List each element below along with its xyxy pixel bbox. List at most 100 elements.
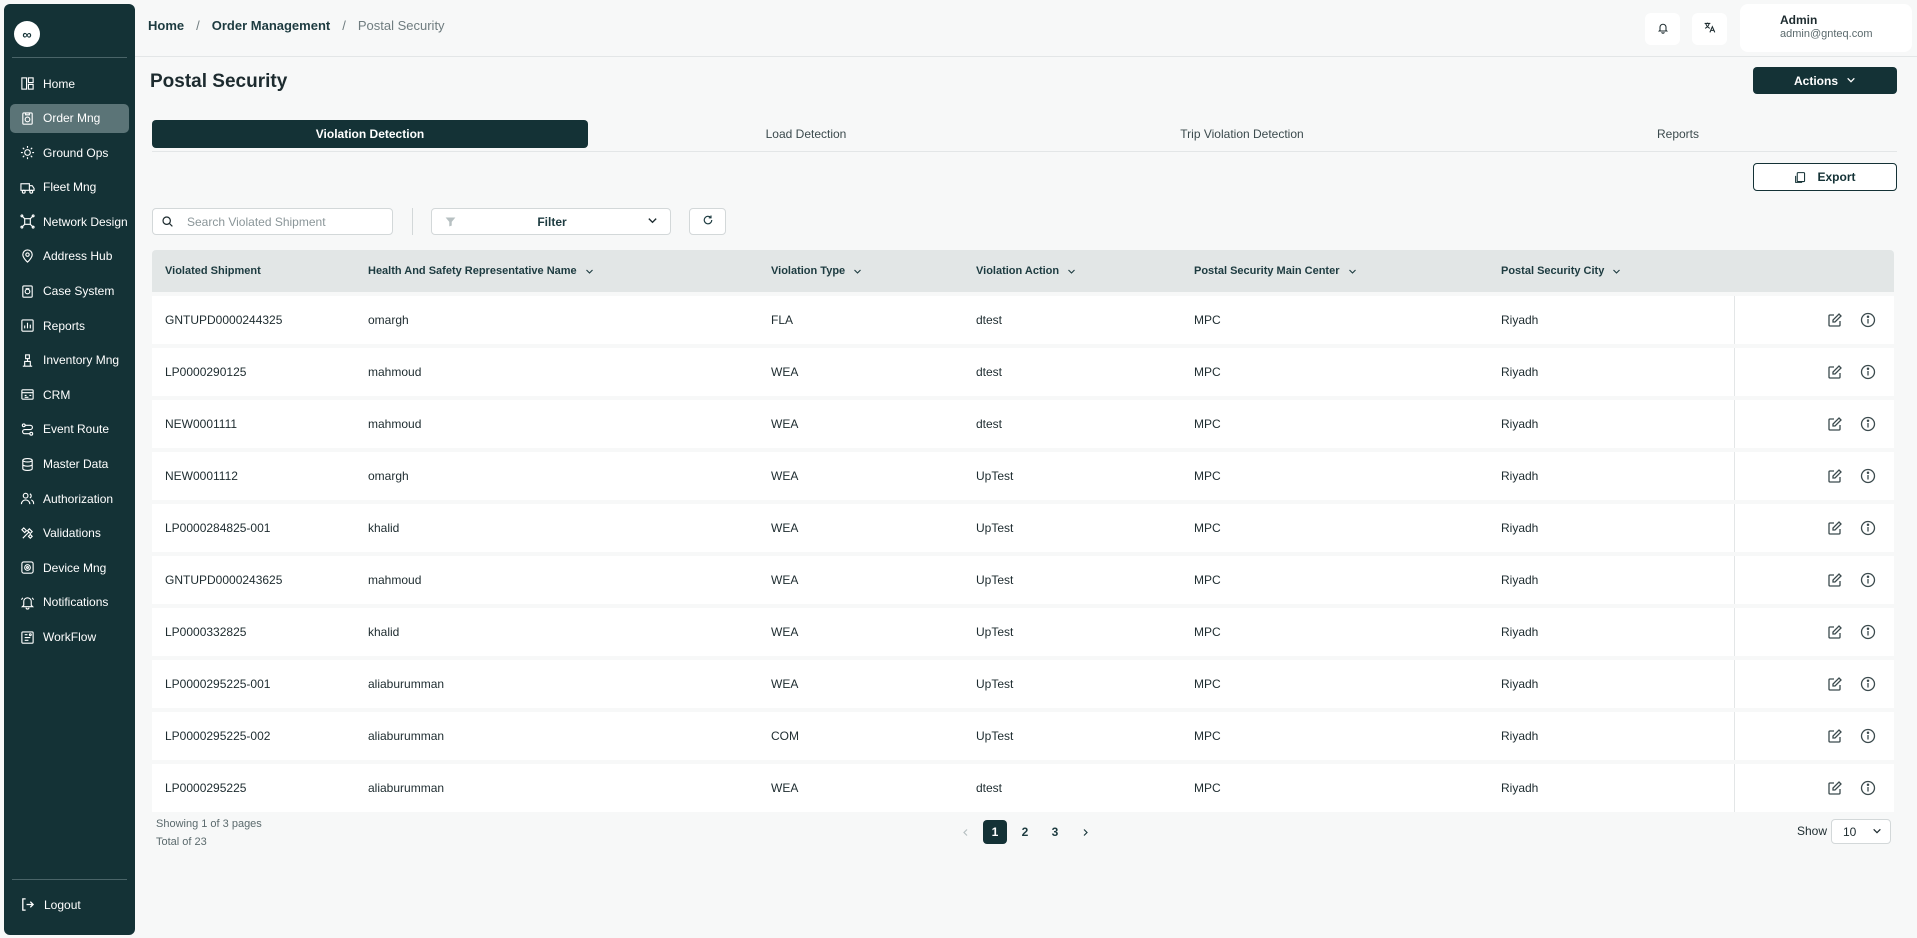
pagination: 123 [953, 820, 1103, 844]
language-button[interactable] [1692, 13, 1727, 45]
sidebar-item-fleet-mng[interactable]: Fleet Mng [10, 173, 129, 202]
user-menu[interactable]: Admin admin@gnteq.com [1740, 4, 1912, 52]
page-button[interactable]: 2 [1013, 820, 1037, 844]
logout-button[interactable]: Logout [20, 897, 81, 912]
info-icon[interactable] [1859, 311, 1877, 329]
sidebar-bottom-divider [12, 879, 127, 880]
sidebar-item-notifications[interactable]: Notifications [10, 588, 129, 617]
notifications-button[interactable] [1645, 13, 1680, 45]
sidebar-item-ground-ops[interactable]: Ground Ops [10, 138, 129, 167]
search-box [152, 208, 393, 235]
refresh-button[interactable] [689, 208, 726, 235]
page-title: Postal Security [150, 71, 288, 92]
tab-load-detection[interactable]: Load Detection [588, 120, 1024, 148]
sidebar-item-label: Fleet Mng [43, 180, 97, 195]
sort-chevron-icon[interactable] [1348, 267, 1357, 276]
breadcrumb-home[interactable]: Home [148, 18, 184, 33]
table-cell: mahmoud [368, 573, 422, 587]
table-cell: Riyadh [1501, 729, 1539, 743]
table-cell: mahmoud [368, 417, 422, 431]
page-size-select[interactable]: 10 [1831, 819, 1891, 844]
edit-icon[interactable] [1826, 415, 1844, 433]
page-button[interactable]: 3 [1043, 820, 1067, 844]
row-actions [1734, 400, 1894, 448]
sort-chevron-icon[interactable] [1612, 267, 1621, 276]
table-cell: UpTest [976, 729, 1014, 743]
sort-chevron-icon[interactable] [853, 267, 862, 276]
info-icon[interactable] [1859, 675, 1877, 693]
ground-ops-icon [20, 145, 35, 160]
app-logo[interactable]: ∞ [14, 21, 40, 47]
sort-chevron-icon[interactable] [1067, 267, 1076, 276]
edit-icon[interactable] [1826, 519, 1844, 537]
info-icon[interactable] [1859, 779, 1877, 797]
tab-reports[interactable]: Reports [1460, 120, 1896, 148]
info-icon[interactable] [1859, 571, 1877, 589]
table-cell: Riyadh [1501, 781, 1539, 795]
table-cell: LP0000295225 [165, 781, 247, 795]
info-icon[interactable] [1859, 727, 1877, 745]
sidebar-item-label: Inventory Mng [43, 353, 120, 368]
users-icon [20, 491, 35, 506]
column-header: Violation Action [976, 265, 1194, 277]
chevron-down-icon [647, 215, 658, 229]
sidebar-item-authorization[interactable]: Authorization [10, 484, 129, 513]
table-cell: Riyadh [1501, 521, 1539, 535]
table-cell: aliaburumman [368, 729, 445, 743]
edit-icon[interactable] [1826, 779, 1844, 797]
sidebar-item-workflow[interactable]: WorkFlow [10, 623, 129, 652]
breadcrumb-separator: / [196, 18, 200, 33]
export-button[interactable]: Export [1753, 163, 1897, 191]
chevron-down-icon [1872, 825, 1882, 839]
sidebar-item-case-system[interactable]: Case System [10, 277, 129, 306]
sidebar-item-master-data[interactable]: Master Data [10, 450, 129, 479]
sidebar-item-address-hub[interactable]: Address Hub [10, 242, 129, 271]
edit-icon[interactable] [1826, 623, 1844, 641]
sort-chevron-icon[interactable] [585, 267, 594, 276]
info-icon[interactable] [1859, 415, 1877, 433]
next-page-icon[interactable] [1073, 820, 1097, 844]
table-cell: WEA [771, 781, 799, 795]
table-row: LP0000295225-002 aliaburumman COM UpTest MPC… [152, 712, 1894, 760]
tab-violation-detection[interactable]: Violation Detection [152, 120, 588, 148]
row-actions [1734, 296, 1894, 344]
table-cell: Riyadh [1501, 677, 1539, 691]
sidebar-item-validations[interactable]: Validations [10, 519, 129, 548]
table-cell: UpTest [976, 573, 1014, 587]
breadcrumb-order-management[interactable]: Order Management [212, 18, 330, 33]
sidebar-item-reports[interactable]: Reports [10, 311, 129, 340]
edit-icon[interactable] [1826, 675, 1844, 693]
edit-icon[interactable] [1826, 363, 1844, 381]
table-cell: LP0000332825 [165, 625, 247, 639]
filter-dropdown[interactable]: Filter [431, 208, 671, 235]
sidebar-item-inventory-mng[interactable]: Inventory Mng [10, 346, 129, 375]
info-icon[interactable] [1859, 467, 1877, 485]
search-icon [161, 215, 175, 229]
edit-icon[interactable] [1826, 571, 1844, 589]
page-button[interactable]: 1 [983, 820, 1007, 844]
actions-button[interactable]: Actions [1753, 67, 1897, 94]
edit-icon[interactable] [1826, 727, 1844, 745]
sidebar-item-event-route[interactable]: Event Route [10, 415, 129, 444]
edit-icon[interactable] [1826, 467, 1844, 485]
table-cell: COM [771, 729, 799, 743]
table-cell: MPC [1194, 365, 1221, 379]
info-icon[interactable] [1859, 623, 1877, 641]
search-input[interactable] [187, 214, 377, 229]
sidebar-item-network-design[interactable]: Network Design [10, 207, 129, 236]
device-icon [20, 560, 35, 575]
sidebar-item-label: WorkFlow [43, 630, 97, 644]
table-row: GNTUPD0000243625 mahmoud WEA UpTest MPC Riyad… [152, 556, 1894, 604]
prev-page-icon[interactable] [953, 820, 977, 844]
info-icon[interactable] [1859, 519, 1877, 537]
sidebar-item-device-mng[interactable]: Device Mng [10, 553, 129, 582]
sidebar-item-crm[interactable]: CRM [10, 380, 129, 409]
edit-icon[interactable] [1826, 311, 1844, 329]
bell-icon [1657, 22, 1669, 37]
user-name: Admin [1780, 13, 1818, 27]
tab-trip-violation-detection[interactable]: Trip Violation Detection [1024, 120, 1460, 148]
inventory-icon [20, 353, 35, 368]
sidebar-item-home[interactable]: Home [10, 69, 129, 98]
info-icon[interactable] [1859, 363, 1877, 381]
sidebar-item-order-mng[interactable]: Order Mng [10, 103, 129, 133]
